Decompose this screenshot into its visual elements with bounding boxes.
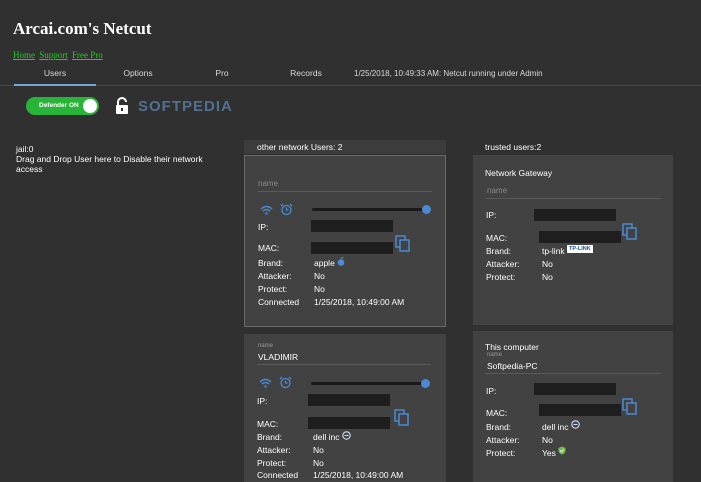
user-card[interactable]: name VLADIMIR IP: MAC: Brand: dell inc A… bbox=[244, 334, 446, 482]
protect-value: No bbox=[542, 272, 553, 282]
copy-icon[interactable] bbox=[622, 398, 637, 415]
brand-value: dell inc bbox=[542, 422, 569, 432]
protect-label: Protect: bbox=[257, 458, 287, 468]
protect-label: Protect: bbox=[486, 272, 516, 282]
attacker-value: No bbox=[542, 259, 553, 269]
attacker-label: Attacker: bbox=[486, 259, 520, 269]
tab-users[interactable]: Users bbox=[14, 68, 96, 86]
link-support[interactable]: Support bbox=[39, 50, 68, 60]
jail-title: jail:0 bbox=[16, 144, 34, 154]
top-links: Home Support Free Pro bbox=[13, 50, 105, 60]
attacker-label: Attacker: bbox=[258, 271, 292, 281]
protect-value: Yes bbox=[542, 448, 556, 458]
link-home[interactable]: Home bbox=[13, 50, 35, 60]
ip-value bbox=[534, 383, 616, 395]
ip-label: IP: bbox=[486, 210, 497, 220]
mac-value bbox=[539, 404, 621, 416]
wifi-icon bbox=[260, 205, 273, 215]
toggle-knob bbox=[83, 99, 97, 113]
brand-value: apple bbox=[314, 258, 335, 268]
brand-value: dell inc bbox=[313, 432, 340, 442]
apple-icon bbox=[337, 257, 345, 266]
trusted-card[interactable]: This computer name Softpedia-PC IP: MAC:… bbox=[473, 331, 673, 482]
mac-label: MAC: bbox=[486, 233, 508, 243]
mac-label: MAC: bbox=[486, 408, 508, 418]
nav-bar: Users Options Pro Records 1/25/2018, 10:… bbox=[0, 62, 701, 86]
tab-pro[interactable]: Pro bbox=[200, 68, 244, 78]
copy-icon[interactable] bbox=[395, 235, 410, 252]
attacker-label: Attacker: bbox=[486, 435, 520, 445]
protect-value: No bbox=[313, 458, 324, 468]
trusted-card[interactable]: Network Gateway name IP: MAC: Brand: tp-… bbox=[473, 155, 673, 325]
copy-icon[interactable] bbox=[622, 223, 637, 240]
mac-label: MAC: bbox=[257, 419, 279, 429]
tp-link-logo: TP-LINK bbox=[567, 245, 593, 253]
defender-label: Defender ON bbox=[39, 102, 79, 109]
wifi-icon bbox=[259, 378, 272, 388]
connected-label: Connected bbox=[257, 470, 299, 480]
jail-panel[interactable]: jail:0 Drag and Drop User here to Disabl… bbox=[16, 144, 216, 174]
slider-knob[interactable] bbox=[422, 205, 431, 214]
computer-name[interactable]: Softpedia-PC bbox=[487, 361, 538, 371]
slider-knob[interactable] bbox=[421, 379, 430, 388]
alarm-clock-icon bbox=[280, 203, 293, 216]
ip-label: IP: bbox=[257, 396, 268, 406]
copy-icon[interactable] bbox=[394, 409, 409, 426]
speed-slider[interactable] bbox=[312, 208, 428, 211]
protect-label: Protect: bbox=[486, 448, 516, 458]
brand-label: Brand: bbox=[486, 422, 512, 432]
jail-hint: Drag and Drop User here to Disable their… bbox=[16, 154, 203, 174]
speed-slider[interactable] bbox=[311, 382, 427, 385]
connected-value: 1/25/2018, 10:49:00 AM bbox=[314, 297, 405, 307]
alarm-clock-icon bbox=[279, 376, 292, 389]
mac-value bbox=[311, 242, 393, 254]
connected-value: 1/25/2018, 10:49:00 AM bbox=[313, 470, 404, 480]
defender-toggle[interactable]: Defender ON bbox=[26, 97, 99, 115]
attacker-value: No bbox=[542, 435, 553, 445]
attacker-value: No bbox=[313, 445, 324, 455]
minus-circle-icon bbox=[571, 420, 580, 429]
brand-label: Brand: bbox=[258, 258, 284, 268]
card-title: Network Gateway bbox=[485, 168, 553, 178]
ip-value bbox=[534, 209, 616, 221]
connected-label: Connected bbox=[258, 297, 300, 307]
attacker-label: Attacker: bbox=[257, 445, 291, 455]
name-placeholder[interactable]: name bbox=[258, 179, 278, 188]
ip-value bbox=[311, 220, 393, 232]
tab-options[interactable]: Options bbox=[110, 68, 166, 78]
ip-label: IP: bbox=[486, 386, 497, 396]
trusted-users-header: trusted users:2 bbox=[485, 142, 542, 152]
name-caption: name bbox=[487, 352, 503, 358]
protect-value: No bbox=[314, 284, 325, 294]
link-free-pro[interactable]: Free Pro bbox=[72, 50, 103, 60]
app-title: Arcai.com's Netcut bbox=[13, 19, 152, 38]
mac-value bbox=[539, 231, 621, 243]
user-name[interactable]: VLADIMIR bbox=[258, 352, 298, 362]
protect-label: Protect: bbox=[258, 284, 288, 294]
name-caption: name bbox=[258, 343, 274, 349]
tab-records[interactable]: Records bbox=[280, 68, 332, 78]
ip-value bbox=[308, 394, 390, 406]
minus-circle-icon bbox=[342, 431, 351, 440]
name-placeholder[interactable]: name bbox=[487, 186, 507, 195]
brand-label: Brand: bbox=[257, 432, 283, 442]
mac-value bbox=[308, 417, 390, 429]
shield-check-icon bbox=[558, 446, 566, 455]
card-title: This computer bbox=[485, 342, 539, 352]
brand-value: tp-link bbox=[542, 246, 565, 256]
brand-label: Brand: bbox=[486, 246, 512, 256]
watermark: SOFTPEDIA bbox=[138, 98, 233, 115]
mac-label: MAC: bbox=[258, 243, 280, 253]
ip-label: IP: bbox=[258, 222, 269, 232]
user-card[interactable]: name IP: MAC: Brand: apple Attacker: No … bbox=[244, 155, 446, 327]
status-line: 1/25/2018, 10:49:33 AM: Netcut running u… bbox=[354, 69, 543, 78]
lock-open-icon[interactable] bbox=[115, 97, 129, 115]
attacker-value: No bbox=[314, 271, 325, 281]
other-users-header: other network Users: 2 bbox=[244, 140, 446, 154]
